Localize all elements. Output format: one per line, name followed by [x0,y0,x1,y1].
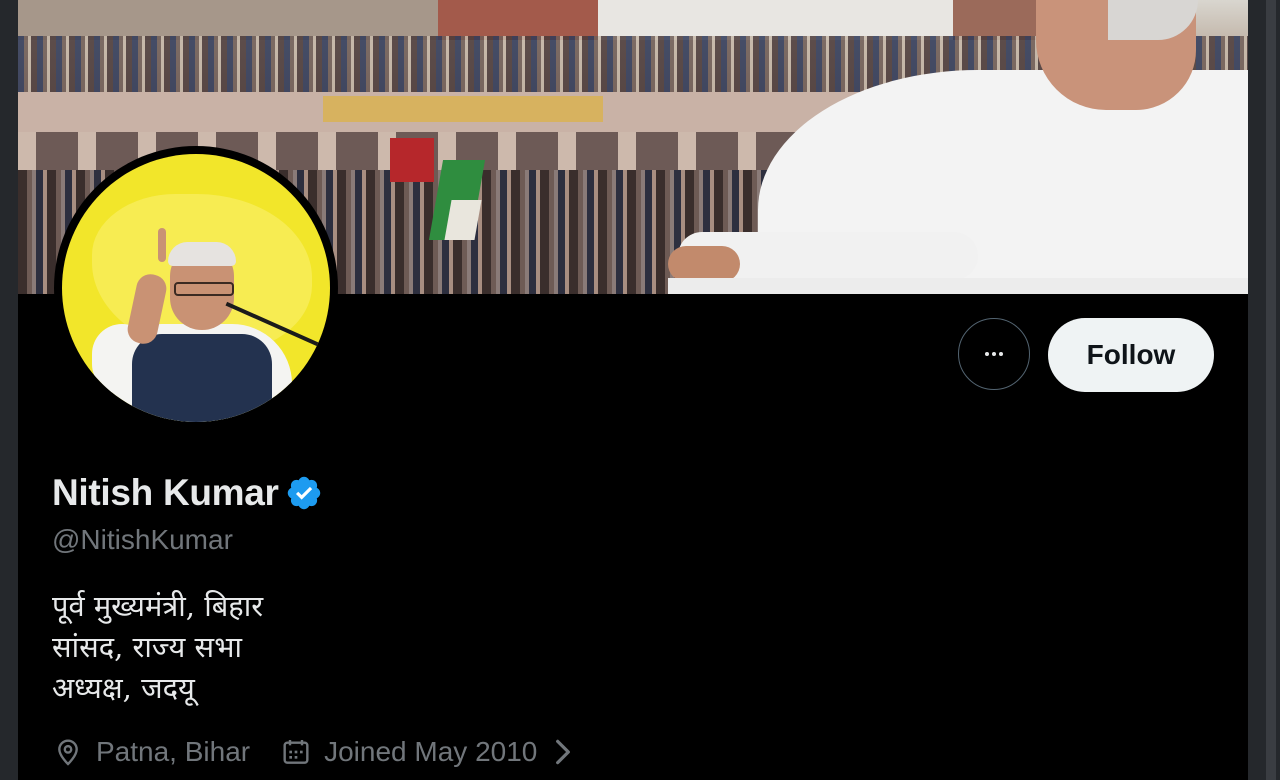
profile-meta: Patna, Bihar Joined May 2010 [52,736,591,768]
profile-name-row: Nitish Kumar [52,470,323,516]
verified-badge-icon[interactable] [285,474,323,512]
profile-location: Patna, Bihar [52,736,250,768]
scrollbar[interactable] [1266,0,1276,780]
avatar[interactable] [62,154,330,422]
more-options-button[interactable] [958,318,1030,390]
joined-text: Joined May 2010 [324,736,538,767]
bio-line: अध्यक्ष, जदयू [52,671,195,705]
profile-joined[interactable]: Joined May 2010 [280,736,591,768]
profile-bio: पूर्व मुख्यमंत्री, बिहार सांसद, राज्य सभ… [52,586,263,709]
location-text: Patna, Bihar [96,736,251,767]
profile-page: Follow Nitish Kumar @NitishKumar पूर्व म… [18,0,1248,780]
window-left-gutter [0,0,18,780]
profile-handle: @NitishKumar [52,524,233,555]
bio-line: पूर्व मुख्यमंत्री, बिहार [52,589,264,623]
profile-name: Nitish Kumar [52,472,279,513]
location-pin-icon [58,739,78,766]
bio-line: सांसद, राज्य सभा [52,630,243,664]
chevron-right-icon [556,739,571,765]
follow-button[interactable]: Follow [1048,318,1214,392]
calendar-icon [283,740,309,764]
more-dots-icon [985,352,1003,356]
